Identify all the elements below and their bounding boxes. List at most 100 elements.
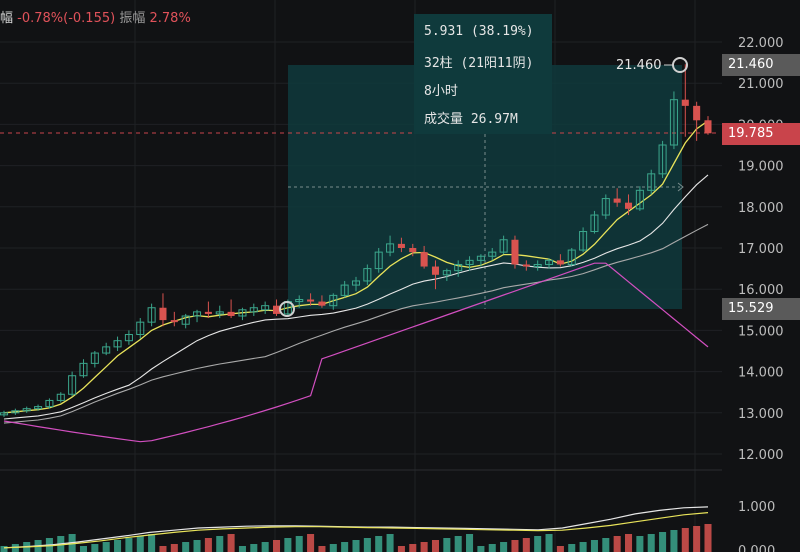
header-stats: 幅 -0.78%(-0.155) 振幅 2.78%: [0, 7, 191, 26]
volume-bar: [579, 542, 587, 552]
measure-change: 5.931 (38.19%): [424, 24, 534, 39]
candle-body: [204, 311, 212, 314]
candle-body: [227, 311, 235, 316]
price-chart[interactable]: 21.460 22.00021.00020.00019.00018.00017.…: [0, 0, 800, 552]
volume-bar: [227, 534, 235, 552]
candle-body: [681, 99, 689, 106]
candle-body: [420, 252, 428, 267]
volume-bar: [534, 536, 542, 552]
high-label: 21.460: [616, 58, 662, 73]
volume-bar: [443, 538, 451, 552]
volume-bar: [477, 546, 485, 552]
volume-bar: [295, 536, 303, 552]
volume-bar: [363, 538, 371, 552]
volume-bar: [375, 536, 383, 552]
candle-body: [170, 320, 178, 323]
volume-bar: [590, 540, 598, 552]
y-tick-label: 22.000: [738, 36, 784, 51]
volume-bar: [182, 542, 190, 552]
volume-bar: [568, 544, 576, 552]
candle-body: [397, 243, 405, 248]
volume-bar: [307, 534, 315, 552]
chart-stage: 21.460 22.00021.00020.00019.00018.00017.…: [0, 0, 800, 552]
candle-body: [704, 120, 712, 134]
volume-bar: [636, 536, 644, 552]
volume-bar: [125, 538, 133, 552]
y-tick-label: 12.000: [738, 448, 784, 463]
candle-body: [613, 198, 621, 203]
volume-bar: [704, 524, 712, 552]
change-value: -0.78%(-0.155): [17, 11, 116, 26]
volume-axis: 1.000 0.000: [738, 500, 775, 552]
volume-tick-label: 1.000: [738, 500, 775, 515]
candle-body: [409, 248, 417, 253]
volume-bar: [159, 546, 167, 552]
volume-bar: [261, 542, 269, 552]
volume-bar: [670, 530, 678, 552]
volume-bar: [500, 542, 508, 552]
candle-body: [624, 202, 633, 209]
candle-body: [556, 260, 564, 265]
candle-body: [272, 305, 281, 314]
volume-bar: [511, 540, 519, 552]
volume-bar: [454, 536, 462, 552]
volume-bar: [624, 534, 633, 552]
candle-body: [522, 264, 530, 267]
volume-bar: [216, 536, 224, 552]
amplitude-label: 振幅: [119, 11, 146, 26]
high-price-tag: 21.460: [722, 54, 800, 76]
y-axis: 22.00021.00020.00019.00018.00017.00016.0…: [738, 36, 784, 463]
volume-bar: [613, 536, 621, 552]
volume-bar: [341, 542, 349, 552]
candle-body: [693, 105, 701, 121]
candle-body: [511, 239, 519, 265]
volume-bar: [329, 544, 337, 552]
label-fragment: 幅: [0, 11, 14, 26]
volume-tick-label: 0.000: [738, 544, 775, 552]
volume-bar: [102, 542, 110, 552]
volume-bar: [238, 546, 246, 552]
volume-bar: [556, 546, 564, 552]
volume-bar: [318, 546, 326, 552]
volume-bar: [466, 534, 474, 552]
volume-bar: [91, 544, 99, 552]
volume-bar: [114, 540, 122, 552]
y-tick-label: 19.000: [738, 160, 784, 175]
low-price-tag: 15.529: [722, 298, 800, 320]
volume-bar: [386, 534, 394, 552]
volume-bar: [148, 534, 156, 552]
measure-duration: 8小时: [424, 84, 458, 99]
volume-bar: [420, 542, 428, 552]
candle-body: [159, 307, 167, 321]
measure-volume: 成交量 26.97M: [424, 112, 518, 127]
candle-body: [431, 266, 440, 275]
measure-bars: 32柱 (21阳11阴): [424, 56, 534, 71]
volume-bar: [602, 538, 610, 552]
volume-bar: [79, 546, 88, 552]
volume-bar: [272, 540, 281, 552]
y-tick-label: 21.000: [738, 77, 784, 92]
volume-bar: [659, 532, 667, 552]
volume-bar: [522, 538, 530, 552]
volume-bar: [352, 540, 360, 552]
current-price-tag: 19.785: [722, 123, 800, 145]
y-tick-label: 16.000: [738, 283, 784, 298]
volume-bar: [397, 546, 405, 552]
y-tick-label: 13.000: [738, 407, 784, 422]
y-tick-label: 17.000: [738, 242, 784, 257]
volume-bar: [693, 526, 701, 552]
volume-bar: [488, 544, 496, 552]
measure-info-box: 5.931 (38.19%) 32柱 (21阳11阴) 8小时 成交量 26.9…: [414, 14, 552, 134]
volume-bar: [545, 534, 553, 552]
volume-bar: [647, 534, 655, 552]
amplitude-value: 2.78%: [149, 11, 191, 26]
volume-bar: [0, 546, 8, 552]
y-tick-label: 14.000: [738, 366, 784, 381]
volume-bar: [136, 536, 144, 552]
volume-bar: [250, 544, 258, 552]
candle-body: [318, 301, 326, 306]
y-tick-label: 18.000: [738, 201, 784, 216]
volume-bar: [170, 544, 178, 552]
volume-bar: [284, 538, 292, 552]
volume-bar: [204, 538, 212, 552]
